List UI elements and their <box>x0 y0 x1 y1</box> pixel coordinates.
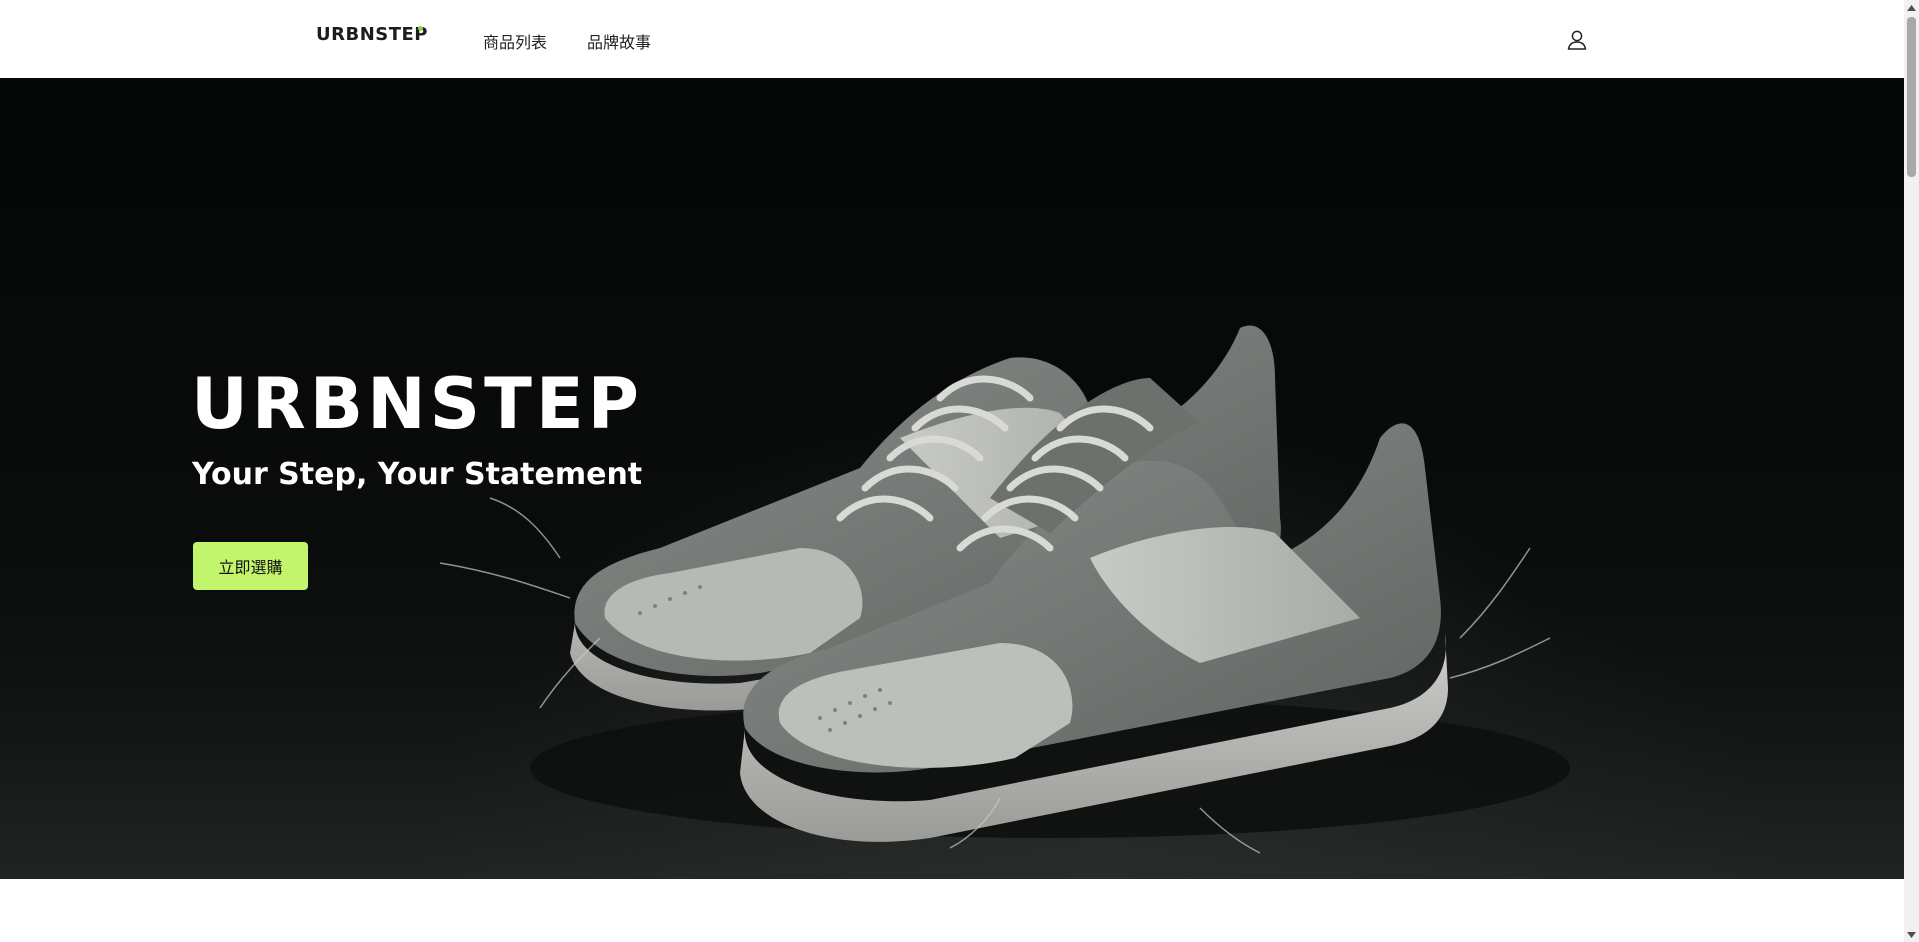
nav-link-brand-story[interactable]: 品牌故事 <box>587 29 651 53</box>
user-icon-graphic <box>1567 30 1587 50</box>
scroll-up-arrow-icon[interactable] <box>1904 0 1919 15</box>
page-scrollbar[interactable] <box>1904 0 1919 942</box>
shop-now-button[interactable]: 立即選購 <box>193 542 308 590</box>
hero-subtitle: Your Step, Your Statement <box>192 457 643 492</box>
user-icon[interactable] <box>1564 27 1590 53</box>
page: URBNSTEP 商品列表 品牌故事 URBNSTEP Your Step, Y… <box>0 0 1919 942</box>
scrollbar-thumb[interactable] <box>1907 17 1916 177</box>
site-logo[interactable]: URBNSTEP <box>316 24 428 45</box>
nav-link-products[interactable]: 商品列表 <box>483 29 547 53</box>
hero-title: URBNSTEP <box>191 363 643 445</box>
hero-banner: URBNSTEP Your Step, Your Statement 立即選購 <box>0 78 1904 879</box>
logo-dot <box>418 26 423 31</box>
scroll-down-arrow-icon[interactable] <box>1904 927 1919 942</box>
site-header: URBNSTEP 商品列表 品牌故事 <box>0 0 1904 78</box>
